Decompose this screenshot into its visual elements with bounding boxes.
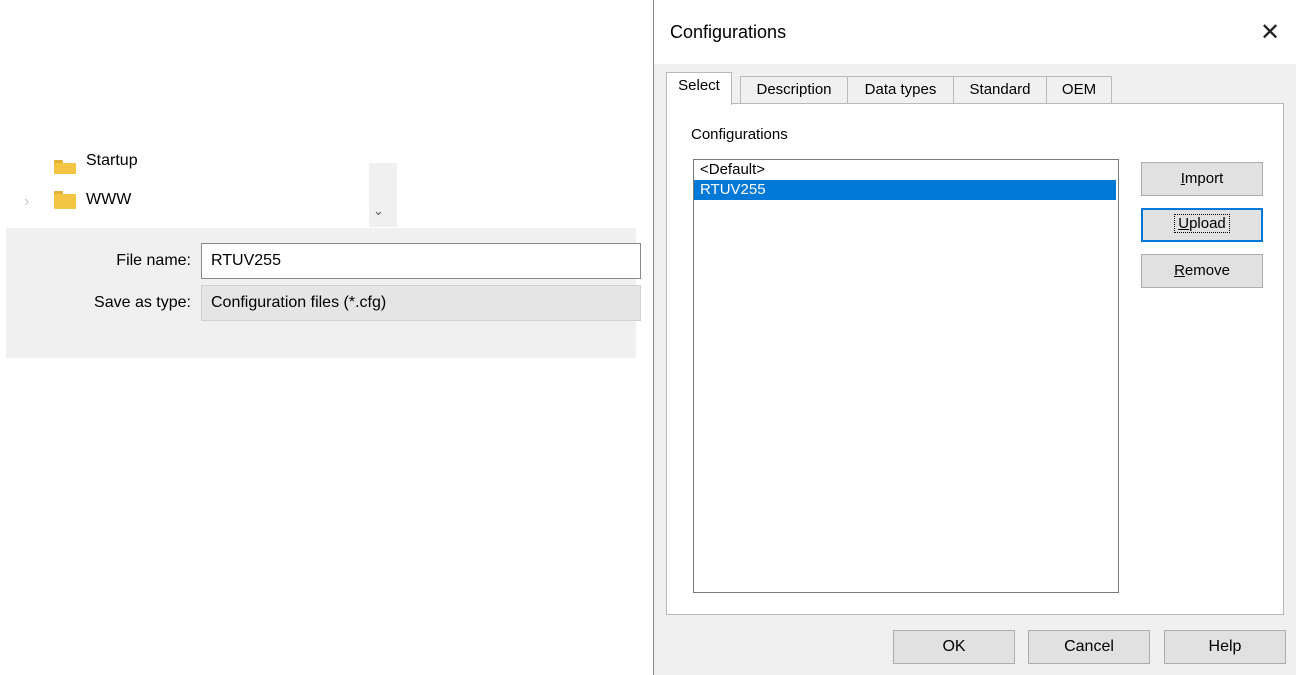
tree-item-startup[interactable]: Startup	[54, 154, 138, 174]
tab-oem[interactable]: OEM	[1046, 76, 1112, 104]
close-button[interactable]: ✕	[1244, 0, 1296, 64]
help-button[interactable]: Help	[1164, 630, 1286, 664]
list-item-default[interactable]: <Default>	[694, 160, 1118, 180]
configurations-list-label: Configurations	[691, 126, 788, 143]
chevron-down-icon[interactable]: ⌄	[373, 203, 384, 219]
upload-button[interactable]: Upload	[1141, 208, 1263, 242]
remove-button[interactable]: Remove	[1141, 254, 1263, 288]
dialog-titlebar[interactable]: Configurations ✕	[654, 0, 1296, 64]
tab-standard[interactable]: Standard	[953, 76, 1047, 104]
list-item-rtuv255[interactable]: RTUV255	[694, 180, 1116, 200]
upload-mnemonic: U	[1178, 215, 1190, 232]
configurations-listbox[interactable]: <Default> RTUV255	[693, 159, 1119, 593]
cancel-button[interactable]: Cancel	[1028, 630, 1150, 664]
tree-item-www[interactable]: WWW	[54, 191, 131, 209]
configurations-dialog: Configurations ✕ Select Description Data…	[653, 0, 1296, 675]
dialog-title: Configurations	[670, 22, 787, 42]
file-name-label: File name:	[116, 252, 191, 269]
import-label: mport	[1184, 170, 1224, 187]
folder-icon	[54, 191, 76, 209]
tree-item-label: WWW	[86, 191, 132, 208]
close-icon: ✕	[1259, 18, 1281, 46]
folder-icon	[54, 160, 76, 174]
select-tab-panel: Configurations <Default> RTUV255 Import …	[666, 103, 1284, 615]
tree-item-label: Startup	[86, 154, 138, 169]
upload-label: pload	[1189, 215, 1226, 232]
file-name-input[interactable]: RTUV255	[201, 243, 641, 279]
tab-data-types[interactable]: Data types	[847, 76, 954, 104]
save-as-type-select[interactable]: Configuration files (*.cfg)	[201, 285, 641, 321]
import-button[interactable]: Import	[1141, 162, 1263, 196]
ok-button[interactable]: OK	[893, 630, 1015, 664]
remove-label: emove	[1184, 262, 1230, 279]
chevron-right-icon[interactable]: ›	[24, 193, 29, 211]
save-as-type-label: Save as type:	[94, 294, 191, 311]
remove-mnemonic: R	[1174, 262, 1185, 279]
upload-label-wrap: Upload	[1174, 214, 1230, 233]
tab-description[interactable]: Description	[740, 76, 848, 104]
tab-select[interactable]: Select	[666, 72, 732, 105]
